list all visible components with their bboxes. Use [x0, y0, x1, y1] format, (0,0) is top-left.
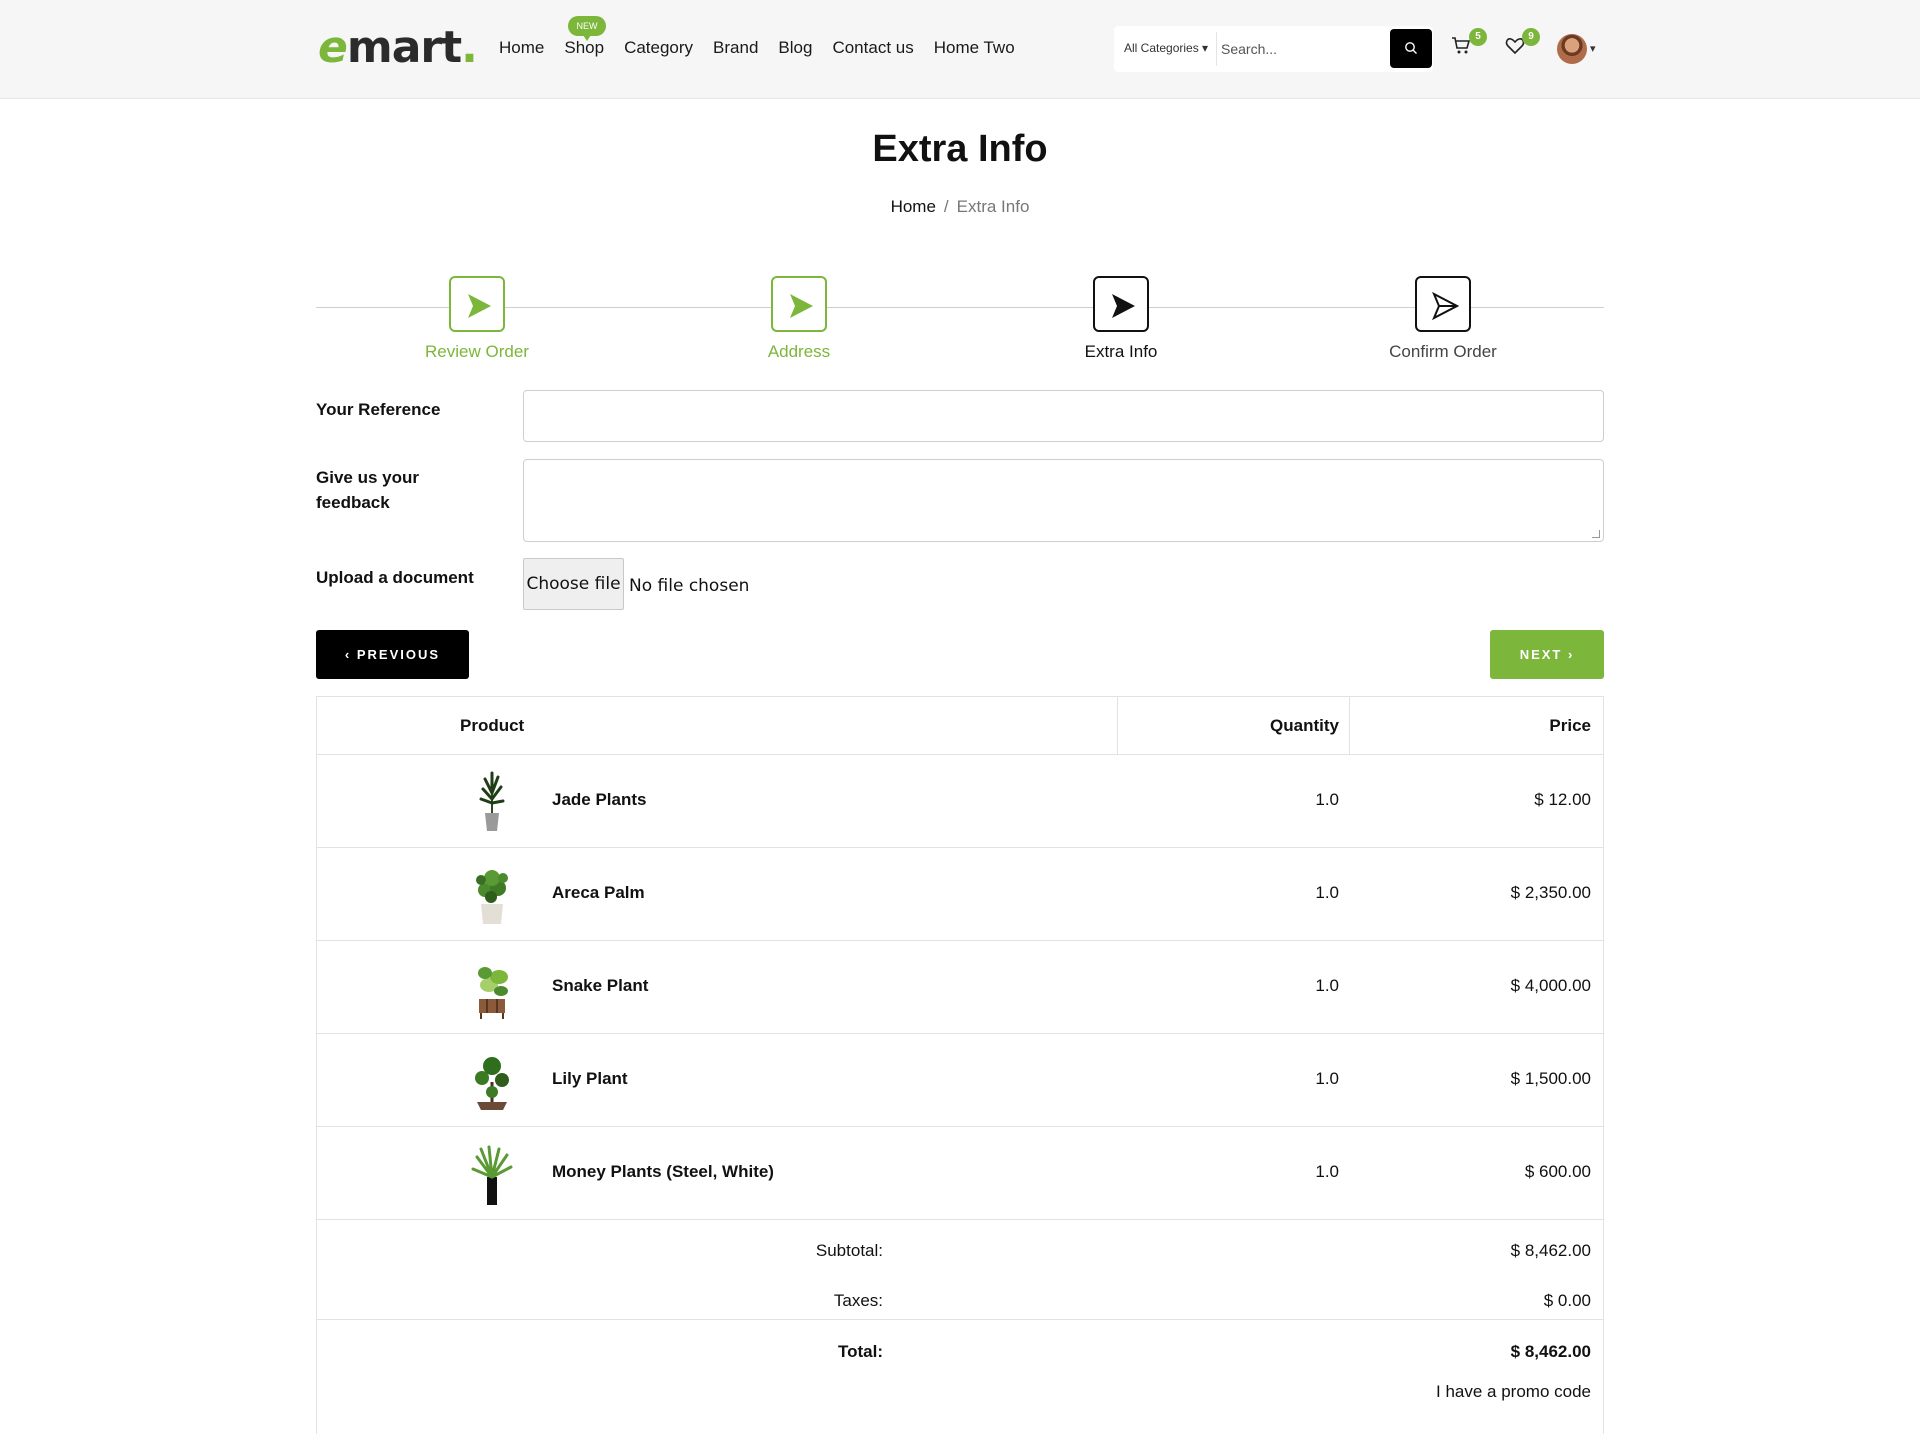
- nav-shop[interactable]: Shop: [564, 38, 604, 58]
- product-quantity: 1.0: [1315, 790, 1339, 809]
- subtotal-label: Subtotal:: [815, 1241, 883, 1260]
- search-divider: [1216, 32, 1217, 66]
- lily-plant-image[interactable]: [467, 1048, 517, 1112]
- choose-file-button[interactable]: Choose file: [523, 558, 624, 610]
- step-review-order[interactable]: Review Order: [377, 276, 577, 362]
- site-header: emart. NEW Home Shop Category Brand Blog…: [0, 0, 1920, 99]
- play-icon: [790, 294, 813, 318]
- reference-label: Your Reference: [316, 400, 441, 419]
- product-quantity: 1.0: [1315, 1162, 1339, 1181]
- breadcrumb-current: Extra Info: [956, 197, 1030, 216]
- row-divider: [317, 1319, 1603, 1320]
- column-divider: [1349, 697, 1350, 754]
- table-row: Lily Plant 1.0 $ 1,500.00: [317, 1034, 1603, 1126]
- search-button[interactable]: [1390, 29, 1432, 68]
- nav-category[interactable]: Category: [624, 38, 693, 58]
- row-divider: [317, 1219, 1603, 1220]
- table-row: Snake Plant 1.0 $ 4,000.00: [317, 941, 1603, 1033]
- cart-count-badge: 5: [1469, 28, 1487, 46]
- search-icon: [1405, 42, 1417, 54]
- breadcrumb-separator: /: [943, 197, 949, 216]
- play-icon: [468, 294, 491, 318]
- step-label: Extra Info: [1084, 342, 1158, 361]
- resize-handle[interactable]: [1592, 530, 1600, 538]
- product-quantity: 1.0: [1315, 883, 1339, 902]
- money-plant-image[interactable]: [467, 1141, 517, 1205]
- nav-brand[interactable]: Brand: [713, 38, 758, 58]
- product-price: $ 1,500.00: [1510, 1069, 1591, 1088]
- wishlist-count-badge: 9: [1522, 28, 1540, 46]
- taxes-value: $ 0.00: [1543, 1291, 1591, 1310]
- step-label: Address: [767, 342, 831, 361]
- page-title: Extra Info: [872, 128, 1048, 170]
- step-extra-info[interactable]: Extra Info: [1021, 276, 1221, 362]
- breadcrumb-home[interactable]: Home: [891, 197, 936, 216]
- product-name[interactable]: Snake Plant: [552, 976, 648, 996]
- cart-icon[interactable]: [1451, 36, 1471, 56]
- product-name[interactable]: Money Plants (Steel, White): [552, 1162, 774, 1182]
- header-product: Product: [460, 716, 525, 735]
- header-quantity: Quantity: [1270, 716, 1339, 735]
- snake-plant-image[interactable]: [467, 955, 517, 1019]
- column-divider: [1117, 697, 1118, 754]
- main-nav: Home Shop Category Brand Blog Contact us…: [499, 38, 1035, 58]
- product-price: $ 4,000.00: [1510, 976, 1591, 995]
- step-box: [771, 276, 827, 332]
- jade-plant-image[interactable]: [467, 769, 517, 833]
- product-name[interactable]: Areca Palm: [552, 883, 645, 903]
- product-price: $ 12.00: [1534, 790, 1591, 809]
- logo[interactable]: emart.: [318, 22, 478, 73]
- step-label: Review Order: [425, 342, 529, 361]
- feedback-textarea[interactable]: [523, 459, 1604, 542]
- product-name[interactable]: Lily Plant: [552, 1069, 628, 1089]
- step-box: [1093, 276, 1149, 332]
- file-status: No file chosen: [629, 576, 750, 596]
- product-quantity: 1.0: [1315, 976, 1339, 995]
- nav-contact[interactable]: Contact us: [832, 38, 913, 58]
- nav-home-two[interactable]: Home Two: [934, 38, 1015, 58]
- table-row: Areca Palm 1.0 $ 2,350.00: [317, 848, 1603, 940]
- send-icon: [1432, 292, 1459, 320]
- subtotal-value: $ 8,462.00: [1510, 1241, 1591, 1260]
- step-box: [449, 276, 505, 332]
- areca-palm-image[interactable]: [467, 862, 517, 926]
- total-label: Total:: [837, 1342, 883, 1361]
- reference-input[interactable]: [523, 390, 1604, 442]
- table-row: Money Plants (Steel, White) 1.0 $ 600.00: [317, 1127, 1603, 1219]
- step-label: Confirm Order: [1389, 342, 1497, 361]
- order-summary-table: Product Quantity Price Jade Plants 1.0 $…: [316, 696, 1604, 1434]
- next-button[interactable]: NEXT ›: [1490, 630, 1604, 679]
- product-price: $ 600.00: [1524, 1162, 1591, 1181]
- chevron-down-icon[interactable]: ▾: [1590, 42, 1596, 55]
- step-confirm-order[interactable]: Confirm Order: [1343, 276, 1543, 362]
- new-badge: NEW: [568, 16, 606, 41]
- breadcrumb: Home / Extra Info: [0, 197, 1920, 217]
- product-price: $ 2,350.00: [1510, 883, 1591, 902]
- nav-blog[interactable]: Blog: [778, 38, 812, 58]
- table-row: Jade Plants 1.0 $ 12.00: [317, 755, 1603, 847]
- total-value: $ 8,462.00: [1510, 1342, 1591, 1361]
- upload-label: Upload a document: [316, 568, 474, 587]
- product-name[interactable]: Jade Plants: [552, 790, 647, 810]
- promo-code-link[interactable]: I have a promo code: [1436, 1382, 1591, 1402]
- nav-home[interactable]: Home: [499, 38, 544, 58]
- search-input[interactable]: [1221, 33, 1381, 65]
- avatar[interactable]: [1557, 34, 1587, 64]
- chevron-left-icon: ‹: [344, 647, 357, 662]
- play-icon: [1112, 294, 1135, 318]
- previous-button[interactable]: ‹ PREVIOUS: [316, 630, 469, 679]
- step-address[interactable]: Address: [699, 276, 899, 362]
- search-category-select[interactable]: All Categories ▾: [1124, 41, 1208, 55]
- chevron-right-icon: ›: [1562, 647, 1575, 662]
- product-quantity: 1.0: [1315, 1069, 1339, 1088]
- taxes-label: Taxes:: [833, 1291, 883, 1310]
- search-bar: All Categories ▾: [1114, 26, 1433, 72]
- step-box: [1415, 276, 1471, 332]
- feedback-label: Give us your feedback: [316, 468, 419, 512]
- header-price: Price: [1549, 716, 1591, 735]
